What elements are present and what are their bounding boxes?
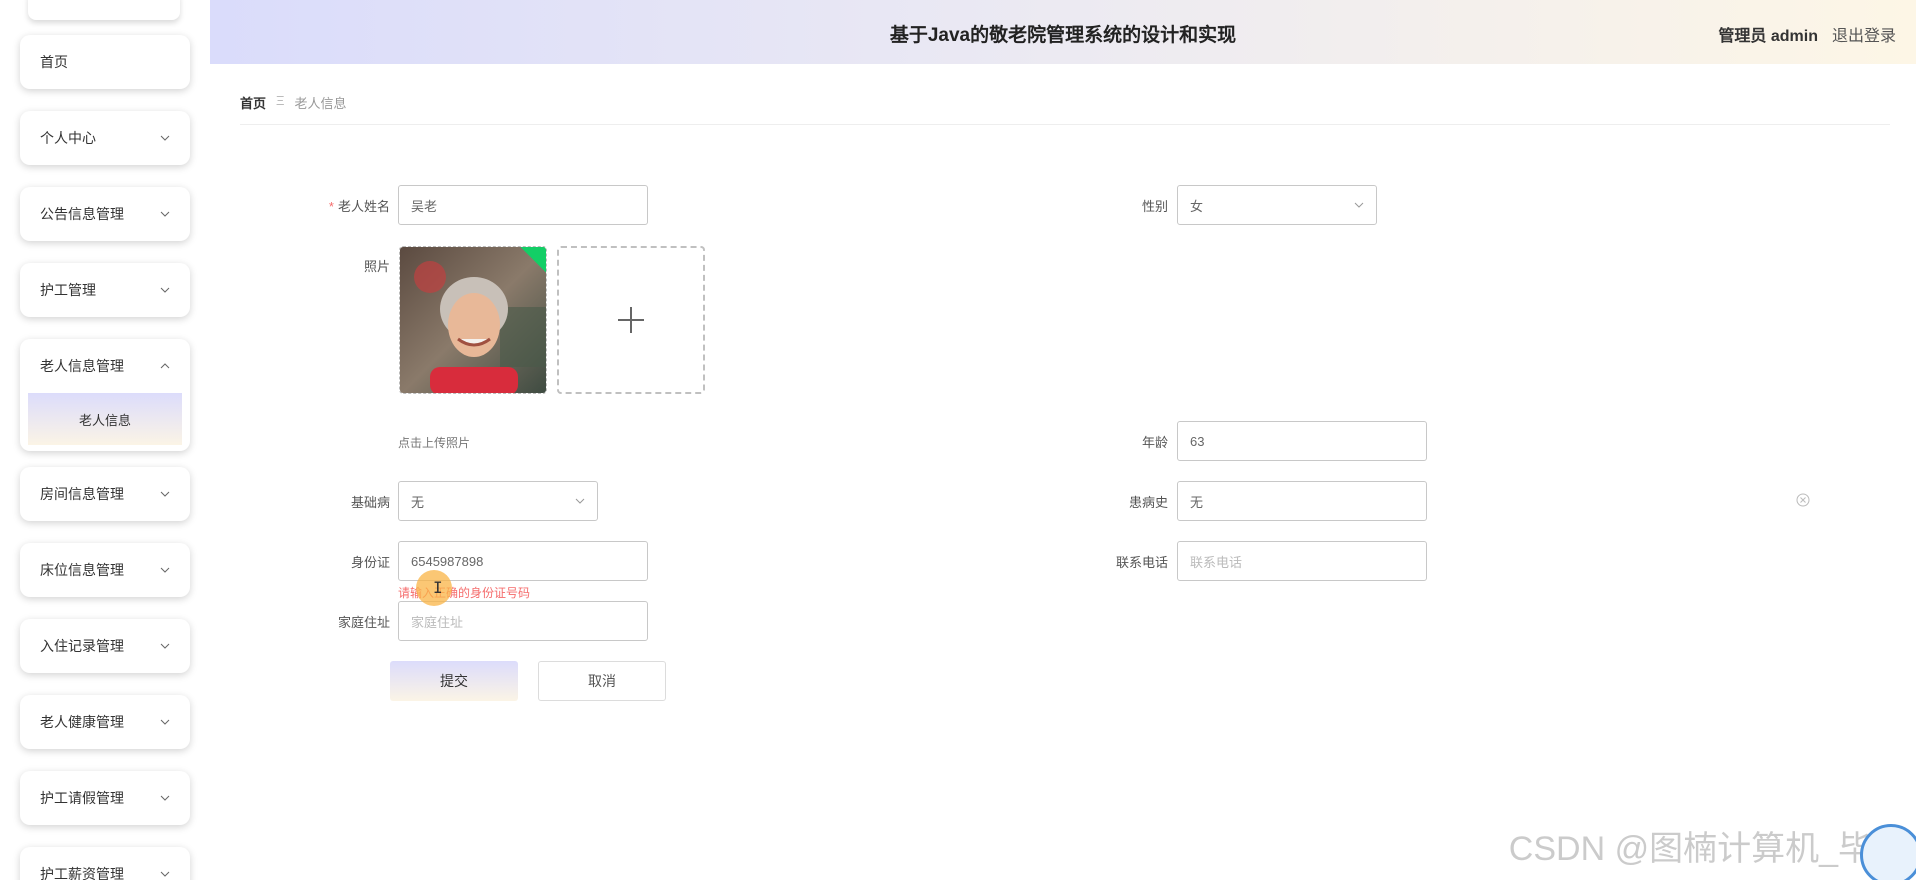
chevron-down-icon bbox=[158, 487, 172, 501]
sidebar-item-label: 床位信息管理 bbox=[40, 562, 124, 578]
history-label: 患病史 bbox=[1128, 495, 1168, 510]
name-field[interactable]: 吴老 bbox=[398, 185, 648, 225]
sidebar-item-salary[interactable]: 护工薪资管理 bbox=[20, 847, 190, 880]
id-card-label: 身份证 bbox=[350, 555, 390, 570]
disease-value: 无 bbox=[411, 494, 425, 510]
sidebar-item-health[interactable]: 老人健康管理 bbox=[20, 695, 190, 749]
breadcrumb-home[interactable]: 首页 bbox=[240, 93, 266, 112]
upload-photo-button[interactable] bbox=[557, 246, 705, 394]
elderly-portrait-image bbox=[400, 247, 546, 393]
sidebar-item-label: 护工薪资管理 bbox=[40, 866, 124, 880]
sidebar-item-label: 公告信息管理 bbox=[40, 206, 124, 222]
sidebar: 首页 个人中心 公告信息管理 护工管理 老人信息管理 老人信息 房间信息管理 床… bbox=[0, 0, 210, 880]
sidebar-item-notice[interactable]: 公告信息管理 bbox=[20, 187, 190, 241]
sidebar-item-checkin[interactable]: 入住记录管理 bbox=[20, 619, 190, 673]
uploaded-photo[interactable] bbox=[399, 246, 547, 394]
sidebar-item-label: 老人健康管理 bbox=[40, 714, 124, 730]
sidebar-item-leave[interactable]: 护工请假管理 bbox=[20, 771, 190, 825]
age-field[interactable]: 63 bbox=[1177, 421, 1427, 461]
breadcrumb-current: 老人信息 bbox=[294, 96, 347, 111]
breadcrumb: 首页 Ξ 老人信息 bbox=[240, 93, 1890, 125]
app-title: 基于Java的敬老院管理系统的设计和实现 bbox=[889, 25, 1237, 46]
sidebar-item-personal-center[interactable]: 个人中心 bbox=[20, 111, 190, 165]
chevron-down-icon bbox=[158, 867, 172, 880]
gender-select[interactable]: 女 bbox=[1177, 185, 1377, 225]
phone-field[interactable]: 联系电话 bbox=[1177, 541, 1427, 581]
cancel-button[interactable]: 取消 bbox=[538, 661, 666, 701]
chevron-down-icon bbox=[575, 498, 585, 504]
age-label: 年龄 bbox=[1141, 435, 1168, 450]
chevron-down-icon bbox=[158, 563, 172, 577]
submit-button[interactable]: 提交 bbox=[390, 661, 518, 701]
chevron-down-icon bbox=[158, 639, 172, 653]
name-label: * 老人姓名 bbox=[328, 199, 390, 214]
current-user: 管理员 admin bbox=[1718, 28, 1818, 45]
disease-select[interactable]: 无 bbox=[398, 481, 598, 521]
phone-label: 联系电话 bbox=[1115, 555, 1168, 570]
text-cursor-icon: I bbox=[433, 578, 443, 597]
sidebar-item-label: 首页 bbox=[40, 54, 68, 70]
avatar bbox=[1860, 824, 1916, 880]
plus-icon bbox=[618, 307, 644, 333]
history-field[interactable]: 无 bbox=[1177, 481, 1427, 521]
required-mark: * bbox=[328, 199, 334, 214]
breadcrumb-separator-icon: Ξ bbox=[276, 93, 285, 108]
chevron-down-icon bbox=[1354, 202, 1364, 208]
address-label: 家庭住址 bbox=[337, 615, 390, 630]
chevron-down-icon bbox=[158, 715, 172, 729]
sidebar-item-label: 房间信息管理 bbox=[40, 486, 124, 502]
chevron-down-icon bbox=[158, 283, 172, 297]
clear-circle-icon[interactable] bbox=[1796, 493, 1810, 507]
sidebar-item-elderly-info[interactable]: 老人信息管理 老人信息 bbox=[20, 339, 190, 451]
logout-link[interactable]: 退出登录 bbox=[1832, 22, 1896, 46]
name-value: 吴老 bbox=[411, 198, 438, 214]
chevron-down-icon bbox=[158, 791, 172, 805]
phone-placeholder: 联系电话 bbox=[1190, 554, 1243, 570]
sidebar-item-label: 护工管理 bbox=[40, 282, 96, 298]
gender-label: 性别 bbox=[1141, 199, 1168, 214]
age-value: 63 bbox=[1190, 433, 1205, 449]
sidebar-item-caregiver[interactable]: 护工管理 bbox=[20, 263, 190, 317]
sidebar-item-room[interactable]: 房间信息管理 bbox=[20, 467, 190, 521]
chevron-down-icon bbox=[158, 131, 172, 145]
sidebar-item-label: 护工请假管理 bbox=[40, 790, 124, 806]
chevron-down-icon bbox=[158, 207, 172, 221]
photo-label: 照片 bbox=[363, 259, 390, 274]
address-placeholder: 家庭住址 bbox=[411, 614, 464, 630]
upload-hint: 点击上传照片 bbox=[398, 436, 471, 450]
address-field[interactable]: 家庭住址 bbox=[398, 601, 648, 641]
watermark: CSDN @图楠计算机_毕设 bbox=[1508, 830, 1906, 868]
sidebar-item-bed[interactable]: 床位信息管理 bbox=[20, 543, 190, 597]
top-header: 基于Java的敬老院管理系统的设计和实现 管理员 admin 退出登录 bbox=[210, 0, 1916, 64]
sidebar-subitem-elderly-info[interactable]: 老人信息 bbox=[28, 393, 182, 445]
sidebar-item-label: 个人中心 bbox=[40, 130, 96, 146]
sidebar-top-stub bbox=[28, 0, 180, 20]
gender-value: 女 bbox=[1190, 198, 1204, 214]
sidebar-item-label: 老人信息管理 bbox=[40, 358, 124, 374]
sidebar-item-home[interactable]: 首页 bbox=[20, 35, 190, 89]
chevron-up-icon bbox=[158, 359, 172, 373]
history-value: 无 bbox=[1190, 494, 1204, 510]
id-card-value: 6545987898 bbox=[411, 553, 484, 569]
disease-label: 基础病 bbox=[350, 495, 390, 510]
sidebar-item-label: 入住记录管理 bbox=[40, 638, 124, 654]
